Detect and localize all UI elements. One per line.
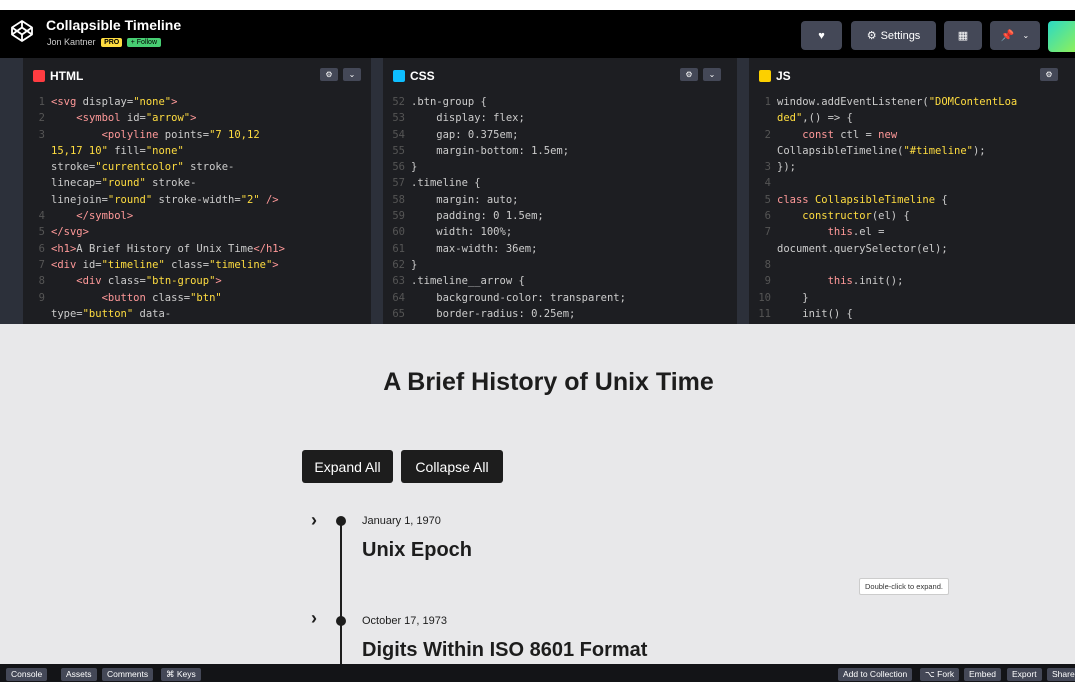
css-tab[interactable]: CSS [383,64,435,88]
timeline-line [340,520,342,664]
add-to-collection-button[interactable]: Add to Collection [838,668,913,681]
follow-button[interactable]: + Follow [126,38,162,48]
comments-button[interactable]: Comments [102,668,154,681]
js-settings-icon[interactable]: ⚙ [1040,68,1058,81]
html-code: 1 <svg display="none"> 2 <symbol id="arro… [38,96,285,320]
html-editor[interactable]: HTML ⚙ ⌄ 1 <svg display="none"> 2 <symbol… [23,58,371,324]
css-code: 52 .btn-group { 53 display: flex; 54 gap:… [392,96,626,320]
export-button[interactable]: Export [1007,668,1042,681]
js-tab[interactable]: JS [749,64,791,88]
author-line: Jon Kantner PRO + Follow [47,37,162,48]
pen-title: Collapsible Timeline [46,17,182,33]
top-bar: Collapsible Timeline Jon Kantner PRO + F… [0,10,1075,58]
preview-heading: A Brief History of Unix Time [383,368,714,396]
css-settings-icon[interactable]: ⚙ [680,68,698,81]
html-tab-label: HTML [50,69,84,83]
fork-button[interactable]: ⌥ Fork [920,668,960,681]
expand-arrow-icon[interactable]: › [311,510,317,531]
settings-label: Settings [880,29,921,42]
css-tab-label: CSS [410,69,435,83]
css-collapse-icon[interactable]: ⌄ [703,68,721,81]
pin-button[interactable]: 📌 ⌄ [990,21,1040,50]
author-name[interactable]: Jon Kantner [47,37,96,47]
layout-icon: ▦ [957,30,969,42]
embed-button[interactable]: Embed [964,668,1001,681]
love-button[interactable]: ♥ [801,21,842,50]
avatar[interactable] [1048,21,1075,52]
console-button[interactable]: Console [6,668,48,681]
html-icon [33,70,45,82]
event-title: Unix Epoch [362,539,473,561]
tooltip: Double-click to expand. [859,578,949,595]
settings-button[interactable]: ⚙ Settings [851,21,936,50]
js-icon [759,70,771,82]
chevron-down-icon: ⌄ [1022,31,1030,40]
css-icon [393,70,405,82]
html-collapse-icon[interactable]: ⌄ [343,68,361,81]
gear-icon: ⚙ [866,30,877,42]
expand-arrow-icon[interactable]: › [311,608,317,629]
timeline-dot [336,516,346,526]
html-settings-icon[interactable]: ⚙ [320,68,338,81]
js-editor[interactable]: JS ⚙ 1 window.addEventListener("DOMConten… [749,58,1075,324]
expand-all-button[interactable]: Expand All [302,450,393,483]
codepen-logo-icon[interactable] [10,19,34,43]
event-title: Digits Within ISO 8601 Format [362,639,648,661]
timeline-dot [336,616,346,626]
js-code: 1 window.addEventListener("DOMContentLoa … [758,96,1018,320]
layout-button[interactable]: ▦ [944,21,982,50]
result-preview: A Brief History of Unix Time Expand All … [0,324,1075,664]
css-editor[interactable]: CSS ⚙ ⌄ 52 .btn-group { 53 display: flex;… [383,58,737,324]
js-tab-label: JS [776,69,791,83]
keys-button[interactable]: ⌘ Keys [161,668,201,681]
event-date: October 17, 1973 [362,615,448,627]
collapse-all-button[interactable]: Collapse All [401,450,503,483]
event-date: January 1, 1970 [362,515,441,527]
html-tab[interactable]: HTML [23,64,84,88]
bottom-bar: Console Assets Comments ⌘ Keys Add to Co… [0,664,1075,682]
heart-icon: ♥ [818,29,825,42]
assets-button[interactable]: Assets [61,668,97,681]
share-button[interactable]: Share [1047,668,1075,681]
pin-icon: 📌 [1000,30,1015,42]
pro-badge: PRO [101,38,123,48]
editor-panes: HTML ⚙ ⌄ 1 <svg display="none"> 2 <symbol… [0,58,1075,324]
